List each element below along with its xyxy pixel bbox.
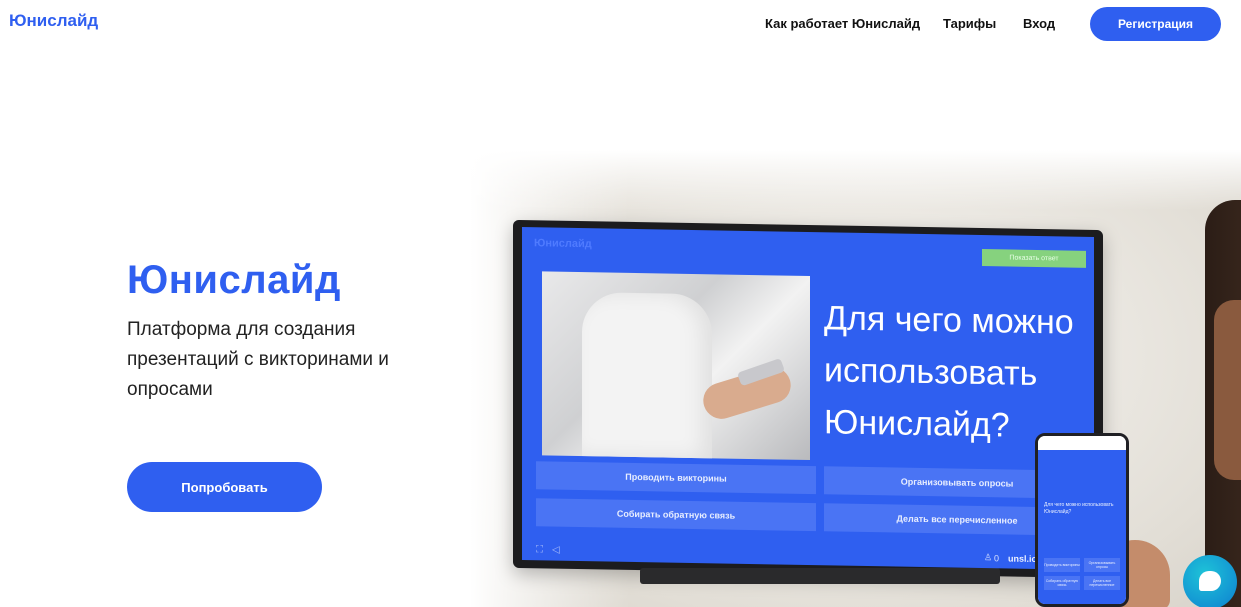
screen-logo: Юнислайд (534, 237, 592, 251)
show-answer-button: Показать ответ (982, 249, 1086, 268)
site-header: Юнислайд Как работает Юнислайд Тарифы Вх… (0, 0, 1241, 50)
chat-bubble-icon (1199, 571, 1221, 591)
phone-mockup: Для чего можно использовать Юнислайд? Пр… (1035, 433, 1129, 607)
fullscreen-icon: ⛶ (536, 544, 543, 556)
screen-option: Собирать обратную связь (536, 498, 816, 532)
screen-question: Для чего можно использовать Юнислайд? (824, 299, 1074, 445)
tv-stand (640, 568, 1000, 584)
photo-shirt (582, 292, 712, 459)
phone-option: Делать все перечисленное (1084, 576, 1120, 590)
chat-widget-button[interactable] (1183, 555, 1237, 607)
nav-login[interactable]: Вход (1023, 16, 1055, 31)
phone-option: Собирать обратную связь (1044, 576, 1080, 590)
phone-body: Для чего можно использовать Юнислайд? Пр… (1038, 462, 1126, 604)
hero-title: Юнислайд (127, 258, 341, 302)
presentation-photo (542, 271, 810, 461)
sound-icon: ◁ (552, 544, 560, 556)
nav-how-it-works[interactable]: Как работает Юнислайд (765, 16, 920, 31)
try-button[interactable]: Попробовать (127, 462, 322, 512)
phone-header (1038, 450, 1126, 462)
logo[interactable]: Юнислайд (9, 11, 98, 31)
phone-question: Для чего можно использовать Юнислайд? (1044, 502, 1114, 515)
person-icon: ♙ (984, 552, 993, 563)
phone-option: Организовывать опросы (1084, 558, 1120, 572)
screen-option: Проводить викторины (536, 461, 816, 495)
nav-tariffs[interactable]: Тарифы (943, 16, 996, 31)
phone-status-bar (1038, 436, 1126, 450)
phone-option: Проводить викторины (1044, 558, 1080, 572)
register-button[interactable]: Регистрация (1090, 7, 1221, 41)
screen-url: unsl.io (1008, 553, 1037, 564)
person-face (1214, 300, 1241, 480)
tv-screen: Юнислайд Показать ответ Для чего можно и… (522, 227, 1094, 570)
illustration-fade-top (470, 150, 1241, 210)
hero-subtitle: Платформа для создания презентаций с вик… (127, 319, 389, 400)
participants-count: 0 (994, 553, 1000, 564)
